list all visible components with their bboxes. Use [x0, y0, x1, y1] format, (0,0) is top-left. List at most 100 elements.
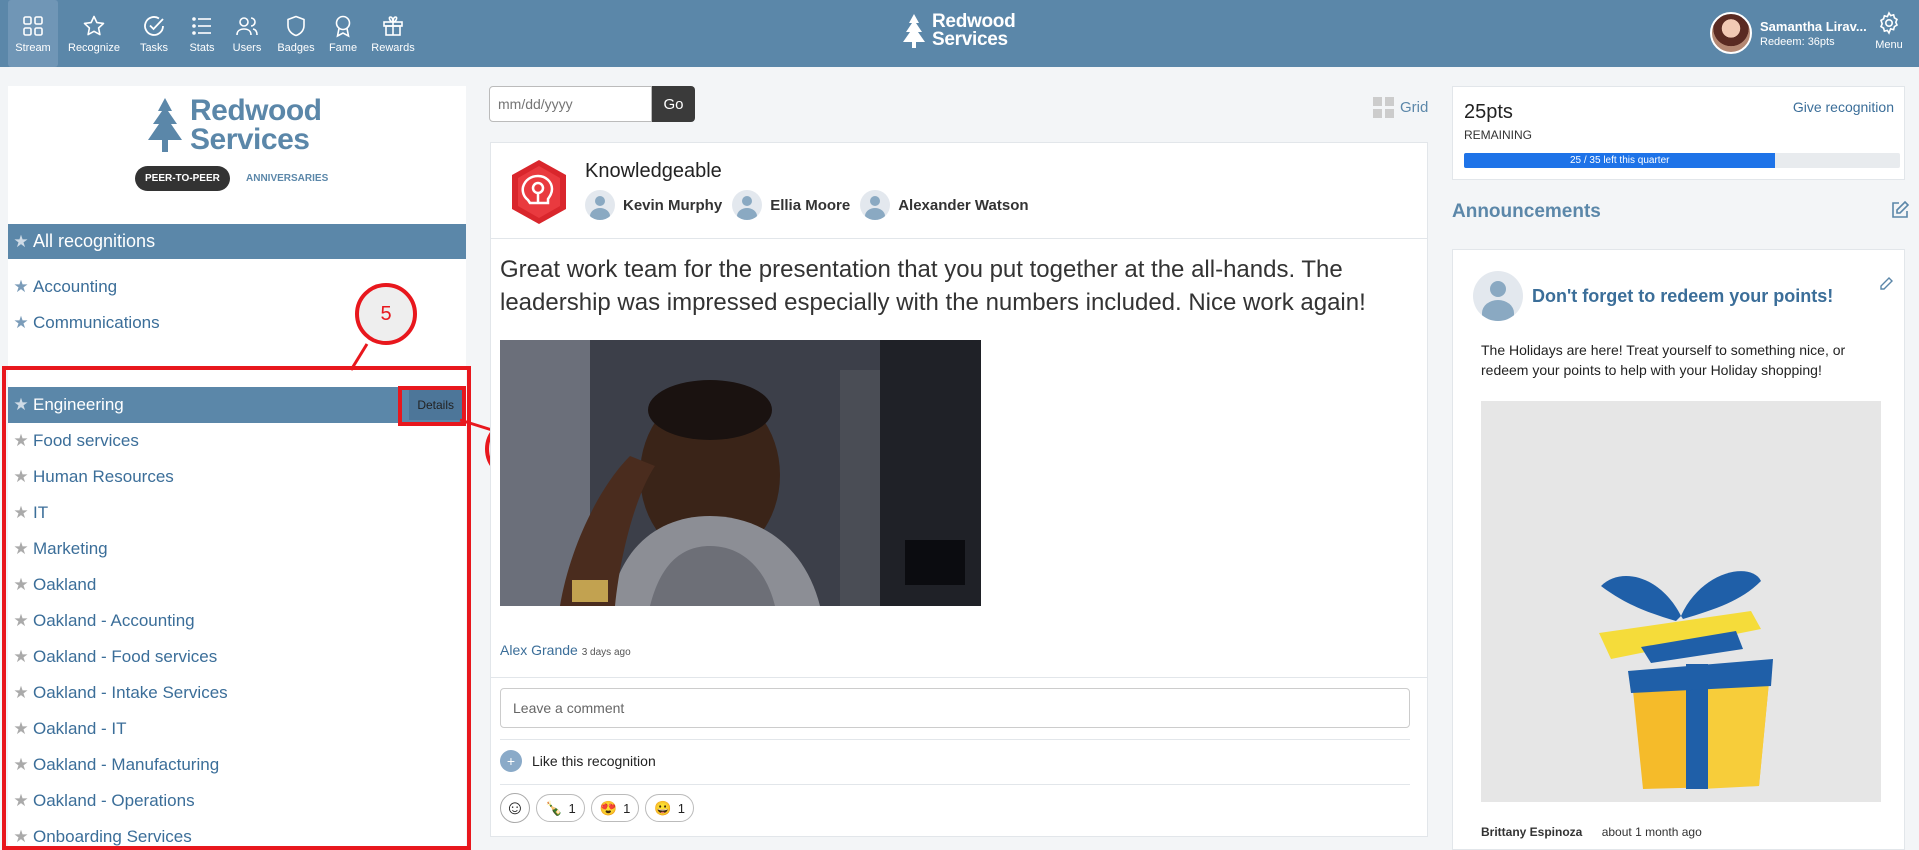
divider — [491, 677, 1427, 678]
recognition-message: Great work team for the presentation tha… — [500, 256, 1366, 316]
user-redeem-points: Redeem: 36pts — [1760, 35, 1835, 48]
nav-recognize-label: Recognize — [68, 41, 120, 54]
announcement-body: The Holidays are here! Treat yourself to… — [1481, 342, 1846, 378]
grid-view-label: Grid — [1400, 99, 1429, 116]
sidebar-brand-line2: Services — [190, 123, 310, 156]
nav-rewards-label: Rewards — [371, 41, 415, 54]
go-button[interactable]: Go — [652, 86, 695, 122]
recipient[interactable]: Ellia Moore — [732, 190, 850, 220]
announcements-heading: Announcements — [1452, 201, 1601, 222]
tab-anniversaries[interactable]: ANNIVERSARIES — [246, 173, 328, 184]
star-outline-icon — [83, 15, 105, 35]
like-label: Like this recognition — [532, 753, 656, 769]
nav-fame[interactable]: Fame — [320, 0, 366, 67]
tree-logo-icon — [903, 14, 925, 48]
star-icon: ★ — [13, 277, 29, 296]
header-brand-line2: Services — [932, 29, 1008, 50]
tab-peer-to-peer[interactable]: PEER-TO-PEER — [135, 166, 230, 191]
nav-users[interactable]: Users — [222, 0, 272, 67]
nav-badges[interactable]: Badges — [272, 0, 320, 67]
main-nav: Stream Recognize Tasks Stats Users Badge… — [8, 0, 420, 67]
user-avatar — [1710, 12, 1752, 54]
divider — [491, 238, 1427, 239]
star-icon: ★ — [13, 313, 29, 332]
reaction-chip[interactable]: 😀 1 — [645, 794, 695, 822]
users-icon — [236, 16, 258, 35]
list-icon — [192, 16, 211, 35]
author-link[interactable]: Alex Grande — [500, 642, 578, 658]
post-time: 3 days ago — [581, 647, 631, 658]
user-profile[interactable]: Samantha Lirav... Redeem: 36pts — [1710, 12, 1867, 54]
recipient-name: Ellia Moore — [770, 196, 851, 214]
gift-box-image — [1481, 401, 1881, 802]
gear-icon — [1879, 11, 1899, 35]
sidebar-brand-line1: Redwood — [190, 94, 322, 127]
add-reaction-smiley-icon[interactable]: ☺ — [500, 793, 530, 823]
points-progress-bar: 25 / 35 left this quarter — [1464, 153, 1900, 168]
bottle-emoji-icon: 🍾 — [545, 799, 563, 816]
post-author-line: Alex Grande 3 days ago — [500, 642, 631, 658]
gift-icon — [383, 15, 403, 36]
comment-input[interactable]: Leave a comment — [500, 688, 1410, 728]
nav-users-label: Users — [232, 41, 262, 54]
menu-label: Menu — [1875, 39, 1903, 51]
header-logo[interactable]: Redwood Services — [900, 12, 1016, 50]
recipient[interactable]: Kevin Murphy — [585, 190, 722, 220]
star-icon: ★ — [13, 231, 29, 251]
meme-image — [500, 340, 981, 606]
lightbulb-badge-icon — [512, 160, 566, 224]
sidebar-item-all-recognitions[interactable]: ★ All recognitions — [8, 224, 466, 259]
nav-stats[interactable]: Stats — [182, 0, 222, 67]
nav-recognize[interactable]: Recognize — [62, 0, 126, 67]
pencil-icon[interactable] — [1878, 276, 1894, 292]
nav-fame-label: Fame — [328, 41, 358, 54]
sidebar-logo: Redwood Services — [145, 94, 322, 156]
announcement-card: Don't forget to redeem your points! The … — [1452, 249, 1905, 850]
reaction-count: 1 — [568, 800, 576, 816]
plus-icon: + — [500, 750, 522, 772]
reaction-count: 1 — [677, 800, 686, 816]
reaction-chip[interactable]: 😍 1 — [590, 794, 640, 822]
user-avatar-icon — [1473, 271, 1523, 321]
sidebar-item-label: All recognitions — [33, 231, 156, 251]
announcement-footer: Brittany Espinoza about 1 month ago — [1481, 825, 1702, 839]
shield-icon — [287, 15, 305, 36]
points-progress-label: 25 / 35 left this quarter — [1569, 155, 1670, 166]
like-button[interactable]: + Like this recognition — [500, 750, 656, 772]
annotation-circle-5: 5 — [355, 283, 417, 345]
announcement-title: Don't forget to redeem your points! — [1532, 286, 1834, 306]
ribbon-icon — [335, 15, 351, 38]
grid-icon — [23, 15, 43, 36]
reactions-row: ☺ 🍾 1 😍 1 😀 1 — [500, 793, 700, 823]
reaction-count: 1 — [623, 800, 631, 816]
user-name: Samantha Lirav... — [1760, 18, 1867, 34]
announcement-author: Brittany Espinoza — [1481, 825, 1583, 839]
edit-announcement-icon[interactable] — [1890, 200, 1910, 220]
annotation-highlight-details — [398, 386, 466, 426]
grid-view-toggle[interactable]: Grid — [1373, 97, 1428, 118]
user-avatar-icon — [585, 190, 615, 220]
grid-view-icon — [1373, 97, 1394, 118]
badge-title: Knowledgeable — [585, 160, 722, 182]
points-remaining-value: 25pts — [1464, 101, 1513, 123]
user-avatar-icon — [860, 190, 891, 220]
give-recognition-link[interactable]: Give recognition — [1793, 99, 1894, 115]
nav-stats-label: Stats — [189, 41, 215, 54]
reaction-chip[interactable]: 🍾 1 — [536, 794, 585, 822]
recipient[interactable]: Alexander Watson — [860, 190, 1029, 220]
tree-logo-icon — [148, 98, 182, 152]
sidebar-item-label: Communications — [33, 313, 160, 332]
date-filter-input[interactable] — [489, 86, 652, 122]
recipient-name: Kevin Murphy — [623, 196, 723, 214]
heart-eyes-emoji-icon: 😍 — [599, 799, 618, 816]
recipient-name: Alexander Watson — [898, 196, 1029, 214]
nav-stream-label: Stream — [15, 41, 51, 54]
nav-stream[interactable]: Stream — [8, 0, 58, 67]
nav-tasks[interactable]: Tasks — [126, 0, 182, 67]
nav-rewards[interactable]: Rewards — [366, 0, 420, 67]
points-card: 25pts REMAINING Give recognition 25 / 35… — [1452, 86, 1905, 180]
divider — [500, 739, 1410, 740]
menu-button[interactable]: Menu — [1870, 11, 1908, 51]
annotation-highlight-categories — [2, 366, 471, 850]
user-avatar-icon — [732, 190, 763, 220]
